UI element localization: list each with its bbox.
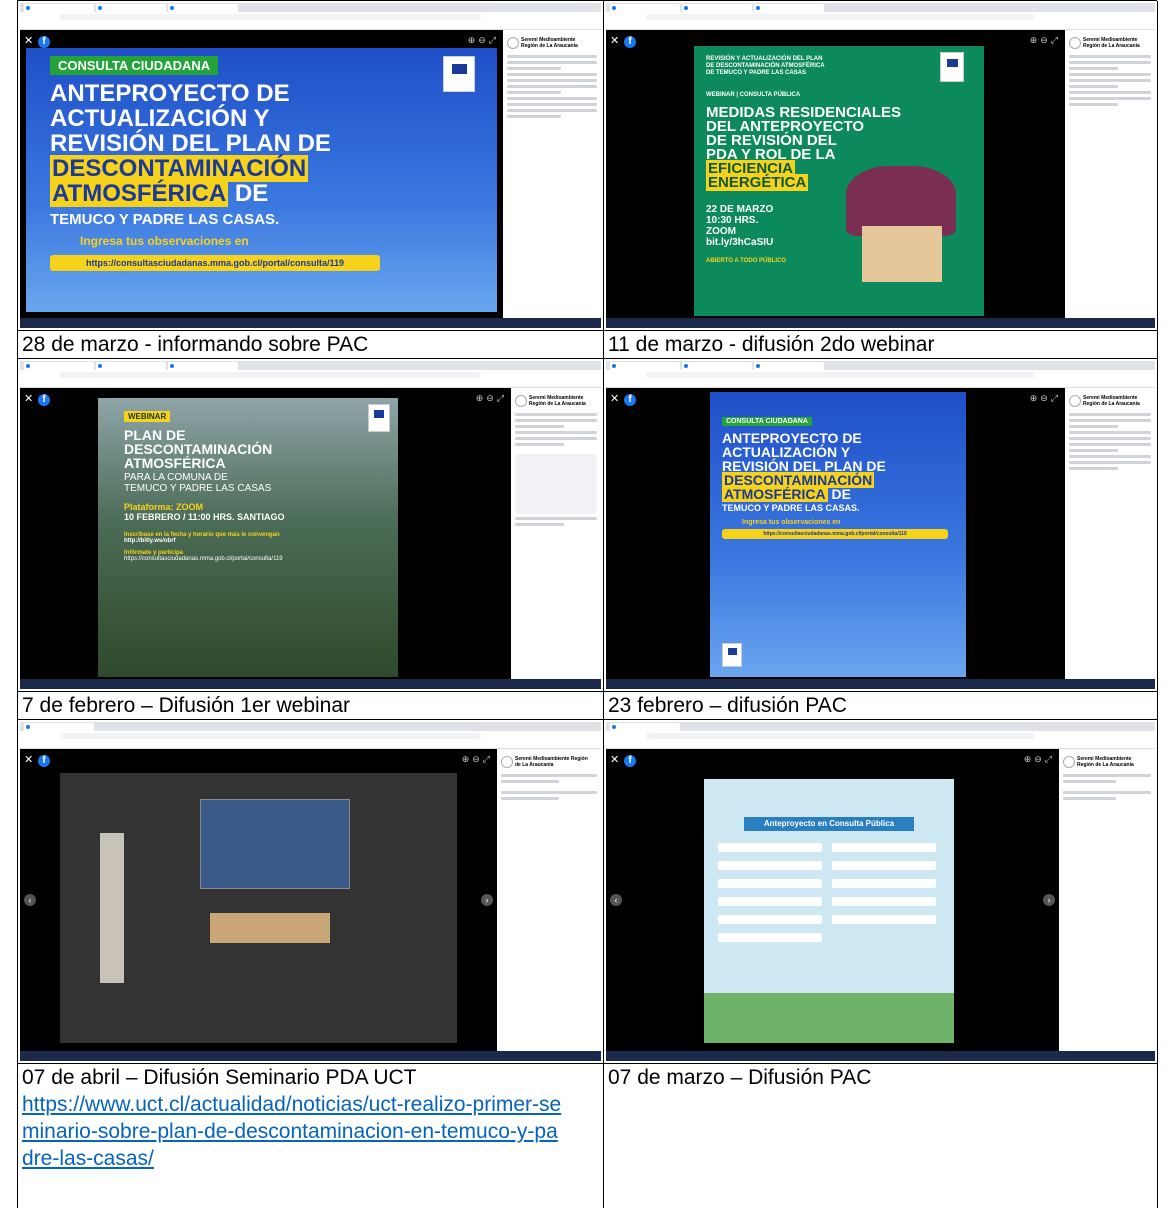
projection-screen bbox=[200, 799, 350, 889]
seminar-news-link[interactable]: https://www.uct.cl/actualidad/noticias/u… bbox=[22, 1091, 562, 1172]
close-icon[interactable]: ✕ bbox=[24, 35, 33, 47]
windows-taskbar bbox=[20, 318, 601, 328]
zoom-icon[interactable]: ⊕⊖⤢ bbox=[1030, 35, 1061, 46]
poster-badge: CONSULTA CIUDADANA bbox=[50, 56, 219, 75]
close-icon[interactable]: ✕ bbox=[24, 754, 33, 766]
zoom-icon[interactable]: ⊕⊖⤢ bbox=[462, 754, 493, 765]
facebook-screenshot: ✕ f ⊕⊖⤢ WEBINAR PLAN DE DESCONTAMINACIÓN… bbox=[20, 361, 601, 689]
caption-5: 07 de abril – Difusión Seminario PDA UCT… bbox=[18, 1064, 604, 1208]
avatar bbox=[507, 36, 519, 49]
infographic: Anteproyecto en Consulta Pública bbox=[704, 779, 954, 1043]
photo-viewer: ✕ f ⊕⊖⤢ REVISIÓN Y ACTUALIZACIÓN DEL PLA… bbox=[606, 30, 1065, 318]
next-arrow-icon[interactable]: › bbox=[481, 894, 493, 906]
facebook-logo-icon: f bbox=[624, 394, 636, 406]
house-image bbox=[862, 226, 942, 282]
facebook-logo-icon: f bbox=[38, 755, 50, 767]
facebook-logo-icon: f bbox=[624, 36, 636, 48]
post-sidebar: Seremi Medioambiente Región de La Arauca… bbox=[503, 30, 601, 318]
seminar-photo bbox=[60, 773, 457, 1043]
post-sidebar: Seremi Medioambiente Región de La Arauca… bbox=[497, 749, 601, 1051]
avatar bbox=[1069, 36, 1081, 49]
previous-arrow-icon[interactable]: ‹ bbox=[24, 894, 36, 906]
facebook-screenshot: ✕ f ⊕⊖⤢ CONSULTA CIUDADANA ANTEPROYECTO … bbox=[20, 3, 601, 328]
avatar bbox=[1063, 755, 1075, 768]
facebook-logo-icon: f bbox=[38, 36, 50, 48]
close-icon[interactable]: ✕ bbox=[610, 393, 619, 405]
photo-viewer: ✕ f ⊕⊖⤢ ‹ › Anteproyecto en Consulta Púb… bbox=[606, 749, 1059, 1051]
avatar bbox=[501, 755, 513, 768]
facebook-screenshot: ✕ f ⊕⊖⤢ CONSULTA CIUDADANA ANTEPROYECTO … bbox=[606, 361, 1155, 689]
caption-6: 07 de marzo – Difusión PAC bbox=[604, 1064, 1158, 1208]
windows-taskbar bbox=[606, 318, 1155, 328]
zoom-icon[interactable]: ⊕⊖⤢ bbox=[1024, 754, 1055, 765]
post-sidebar: Seremi Medioambiente Región de La Arauca… bbox=[1059, 749, 1155, 1051]
screenshot-cell-4: ✕ f ⊕⊖⤢ CONSULTA CIUDADANA ANTEPROYECTO … bbox=[604, 359, 1158, 692]
zoom-icon[interactable]: ⊕⊖⤢ bbox=[476, 393, 507, 404]
windows-taskbar bbox=[20, 679, 601, 689]
post-sidebar: Seremi Medioambiente Región de La Arauca… bbox=[511, 388, 601, 679]
photo-viewer: ✕ f ⊕⊖⤢ CONSULTA CIUDADANA ANTEPROYECTO … bbox=[20, 30, 503, 318]
close-icon[interactable]: ✕ bbox=[610, 754, 619, 766]
poster-webinar1: WEBINAR PLAN DE DESCONTAMINACIÓN ATMOSFÉ… bbox=[98, 398, 398, 677]
flag bbox=[100, 833, 124, 983]
avatar bbox=[515, 394, 527, 407]
caption-1: 28 de marzo - informando sobre PAC bbox=[18, 331, 604, 359]
post-sidebar: Seremi Medioambiente Región de La Arauca… bbox=[1065, 30, 1155, 318]
post-sidebar: Seremi Medioambiente Región de La Arauca… bbox=[1065, 388, 1155, 679]
screenshot-cell-6: ✕ f ⊕⊖⤢ ‹ › Anteproyecto en Consulta Púb… bbox=[604, 720, 1158, 1064]
close-icon[interactable]: ✕ bbox=[610, 35, 619, 47]
poster-consulta: CONSULTA CIUDADANA ANTEPROYECTO DE ACTUA… bbox=[26, 48, 497, 312]
caption-4: 23 febrero – difusión PAC bbox=[604, 692, 1158, 720]
windows-taskbar bbox=[20, 1051, 601, 1061]
poster-consulta: CONSULTA CIUDADANA ANTEPROYECTO DE ACTUA… bbox=[710, 392, 966, 677]
caption-2: 11 de marzo - difusión 2do webinar bbox=[604, 331, 1158, 359]
next-arrow-icon[interactable]: › bbox=[1043, 894, 1055, 906]
screenshot-cell-2: ✕ f ⊕⊖⤢ REVISIÓN Y ACTUALIZACIÓN DEL PLA… bbox=[604, 1, 1158, 331]
photo-viewer: ✕ f ⊕⊖⤢ ‹ › bbox=[20, 749, 497, 1051]
photo-viewer: ✕ f ⊕⊖⤢ WEBINAR PLAN DE DESCONTAMINACIÓN… bbox=[20, 388, 511, 679]
close-icon[interactable]: ✕ bbox=[24, 393, 33, 405]
facebook-screenshot: ✕ f ⊕⊖⤢ ‹ › Anteproyecto en Consulta Púb… bbox=[606, 722, 1155, 1061]
avatar bbox=[1069, 394, 1081, 407]
photo-viewer: ✕ f ⊕⊖⤢ CONSULTA CIUDADANA ANTEPROYECTO … bbox=[606, 388, 1065, 679]
ministry-logo bbox=[443, 56, 475, 92]
screenshot-cell-3: ✕ f ⊕⊖⤢ WEBINAR PLAN DE DESCONTAMINACIÓN… bbox=[18, 359, 604, 692]
lectern bbox=[210, 913, 330, 943]
previous-arrow-icon[interactable]: ‹ bbox=[610, 894, 622, 906]
landscape-illustration bbox=[704, 993, 954, 1043]
document-table: ✕ f ⊕⊖⤢ CONSULTA CIUDADANA ANTEPROYECTO … bbox=[17, 0, 1158, 1208]
windows-taskbar bbox=[606, 1051, 1155, 1061]
facebook-screenshot: ✕ f ⊕⊖⤢ ‹ › Seremi Medioambiente Región … bbox=[20, 722, 601, 1061]
poster-webinar2: REVISIÓN Y ACTUALIZACIÓN DEL PLAN DE DES… bbox=[694, 46, 984, 316]
poster-url: https://consultasciudadanas.mma.gob.cl/p… bbox=[50, 255, 380, 271]
screenshot-cell-1: ✕ f ⊕⊖⤢ CONSULTA CIUDADANA ANTEPROYECTO … bbox=[18, 1, 604, 331]
facebook-screenshot: ✕ f ⊕⊖⤢ REVISIÓN Y ACTUALIZACIÓN DEL PLA… bbox=[606, 3, 1155, 328]
screenshot-cell-5: ✕ f ⊕⊖⤢ ‹ › Seremi Medioambiente Región … bbox=[18, 720, 604, 1064]
facebook-logo-icon: f bbox=[624, 755, 636, 767]
zoom-icon[interactable]: ⊕⊖⤢ bbox=[468, 35, 499, 46]
windows-taskbar bbox=[606, 679, 1155, 689]
zoom-icon[interactable]: ⊕⊖⤢ bbox=[1030, 393, 1061, 404]
caption-3: 7 de febrero – Difusión 1er webinar bbox=[18, 692, 604, 720]
facebook-logo-icon: f bbox=[38, 394, 50, 406]
